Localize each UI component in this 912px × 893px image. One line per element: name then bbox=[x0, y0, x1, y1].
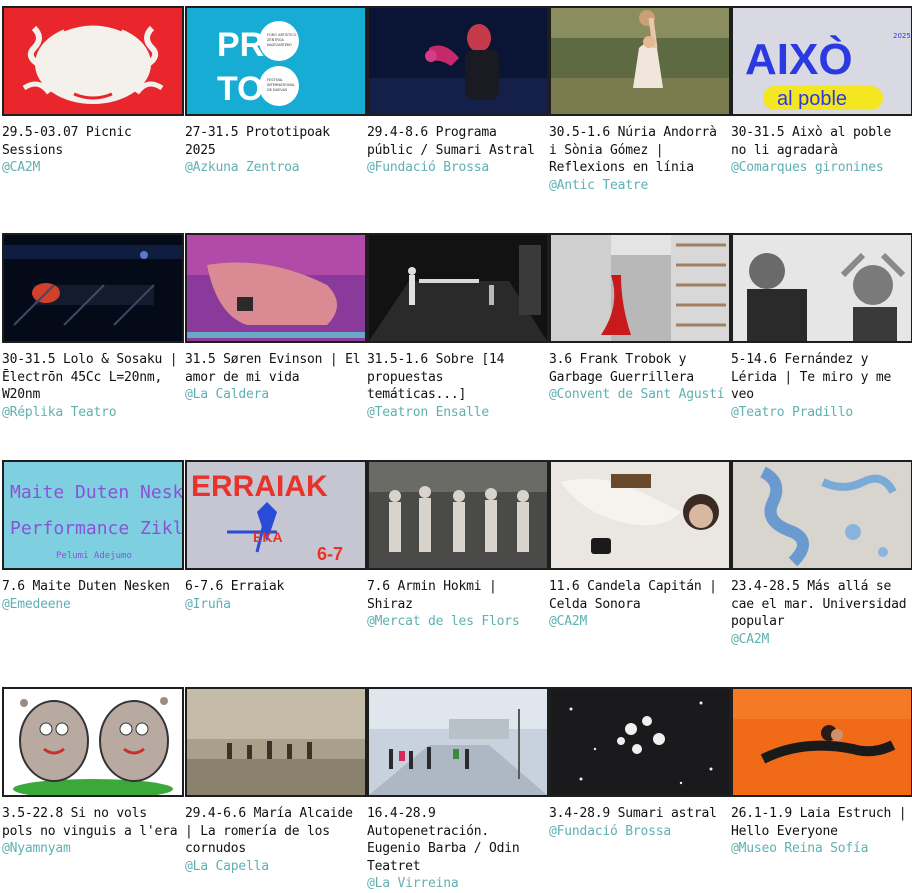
venue-link[interactable]: @Fundació Brossa bbox=[367, 159, 547, 177]
svg-text:FESTIVAL: FESTIVAL bbox=[267, 78, 283, 82]
cartoon-illustration bbox=[4, 689, 182, 795]
venue-link[interactable]: @Antic Teatre bbox=[549, 177, 729, 195]
event-title[interactable]: 3.4-28.9 Sumari astral bbox=[549, 805, 729, 823]
stage-machine-photo bbox=[4, 235, 182, 341]
event-title[interactable]: 31.5-1.6 Sobre [14 propuestas temáticas.… bbox=[367, 351, 547, 404]
event-title[interactable]: 16.4-28.9 Autopenetración. Eugenio Barba… bbox=[367, 805, 547, 875]
event-title[interactable]: 6-7.6 Erraiak bbox=[185, 578, 365, 596]
svg-text:2025: 2025 bbox=[893, 32, 911, 40]
bw-faces-photo bbox=[733, 235, 911, 341]
event-thumbnail[interactable] bbox=[731, 687, 912, 797]
venue-link[interactable]: @Comarques gironines bbox=[731, 159, 911, 177]
event-thumbnail[interactable] bbox=[549, 233, 731, 343]
maite-poster: Maite Duten Nesken Performance Zikloa Pe… bbox=[4, 462, 182, 568]
svg-text:FORO ARTISTICO: FORO ARTISTICO bbox=[267, 33, 297, 37]
event-thumbnail[interactable] bbox=[731, 233, 912, 343]
event-title[interactable]: 7.6 Armin Hokmi | Shiraz bbox=[367, 578, 547, 613]
street-photo bbox=[369, 689, 547, 795]
event-title[interactable]: 31.5 Søren Evinson | El amor de mi vida bbox=[185, 351, 365, 386]
event-title[interactable]: 30-31.5 Lolo & Sosaku | Ēlectrōn 45Cc L=… bbox=[2, 351, 182, 404]
venue-link[interactable]: @Emedeene bbox=[2, 596, 182, 614]
event-title[interactable]: 30.5-1.6 Núria Andorrà i Sònia Gómez | R… bbox=[549, 124, 729, 177]
poster-text: Maite Duten Nesken bbox=[10, 482, 182, 503]
venue-link[interactable]: @CA2M bbox=[2, 159, 182, 177]
venue-link[interactable]: @Mercat de les Flors bbox=[367, 613, 547, 631]
event-thumbnail[interactable] bbox=[731, 460, 912, 570]
venue-link[interactable]: @La Capella bbox=[185, 858, 365, 876]
venue-link[interactable]: @Teatro Pradillo bbox=[731, 404, 911, 422]
event-thumbnail[interactable] bbox=[185, 233, 367, 343]
event-thumbnail[interactable]: Maite Duten Nesken Performance Zikloa Pe… bbox=[2, 460, 184, 570]
event-title[interactable]: 29.4-6.6 María Alcaide | La romería de l… bbox=[185, 805, 365, 858]
poster-text: al poble bbox=[777, 88, 847, 110]
event-title[interactable]: 29.4-8.6 Programa públic / Sumari Astral bbox=[367, 124, 547, 159]
event-thumbnail[interactable] bbox=[2, 6, 184, 116]
event-thumbnail[interactable] bbox=[549, 6, 731, 116]
event-title[interactable]: 7.6 Maite Duten Nesken bbox=[2, 578, 182, 596]
aixo-poster: AIXÒ al poble 2025 bbox=[733, 8, 911, 114]
event-thumbnail[interactable] bbox=[549, 687, 731, 797]
procession-photo bbox=[187, 689, 365, 795]
event-title[interactable]: 3.5-22.8 Si no vols pols no vinguis a l'… bbox=[2, 805, 182, 840]
event-title[interactable]: 30-31.5 Això al poble no li agradarà bbox=[731, 124, 911, 159]
poster-text: TO bbox=[217, 70, 264, 108]
event-thumbnail[interactable] bbox=[185, 687, 367, 797]
event-title[interactable]: 11.6 Candela Capitán | Celda Sonora bbox=[549, 578, 729, 613]
svg-text:DE NUEVAS: DE NUEVAS bbox=[267, 88, 288, 92]
venue-link[interactable]: @CA2M bbox=[731, 631, 911, 649]
ornament-illustration bbox=[4, 8, 182, 114]
svg-text:NAZIOARTEKO: NAZIOARTEKO bbox=[267, 43, 292, 47]
performer-photo bbox=[369, 8, 547, 114]
event-title[interactable]: 3.6 Frank Trobok y Garbage Guerrillera bbox=[549, 351, 729, 386]
poster-text: ERRAIAK bbox=[191, 470, 328, 503]
event-thumbnail[interactable]: PRO TO FORO ARTISTICO ZENTROA NAZIOARTEK… bbox=[185, 6, 367, 116]
orange-floor-photo bbox=[733, 689, 911, 795]
dancer-photo bbox=[551, 8, 729, 114]
event-thumbnail[interactable]: AIXÒ al poble 2025 bbox=[731, 6, 912, 116]
event-thumbnail[interactable] bbox=[367, 460, 549, 570]
event-title[interactable]: 29.5-03.07 Picnic Sessions bbox=[2, 124, 182, 159]
event-thumbnail[interactable] bbox=[549, 460, 731, 570]
erraiak-poster: ERRAIAK EKA 6-7 bbox=[187, 462, 365, 568]
venue-link[interactable]: @Convent de Sant Agustí bbox=[549, 386, 729, 404]
pink-body-photo bbox=[187, 235, 365, 341]
event-thumbnail[interactable] bbox=[2, 233, 184, 343]
venue-link[interactable]: @CA2M bbox=[549, 613, 729, 631]
poster-text: Performance Zikloa bbox=[10, 518, 182, 539]
venue-link[interactable]: @La Caldera bbox=[185, 386, 365, 404]
event-thumbnail[interactable] bbox=[367, 687, 549, 797]
star-cluster-photo bbox=[551, 689, 729, 795]
svg-text:EKA: EKA bbox=[253, 529, 283, 545]
venue-link[interactable]: @Teatron Ensalle bbox=[367, 404, 547, 422]
poster-text: AIXÒ bbox=[745, 34, 853, 84]
collage-photo bbox=[551, 235, 729, 341]
dark-stage-photo bbox=[369, 235, 547, 341]
event-thumbnail[interactable]: ERRAIAK EKA 6-7 bbox=[185, 460, 367, 570]
peeling-wall-photo bbox=[733, 462, 911, 568]
svg-text:ZENTROA: ZENTROA bbox=[267, 38, 284, 42]
floor-performer-photo bbox=[551, 462, 729, 568]
venue-link[interactable]: @Iruña bbox=[185, 596, 365, 614]
venue-link[interactable]: @La Virreina bbox=[367, 875, 547, 893]
event-thumbnail[interactable] bbox=[2, 687, 184, 797]
event-title[interactable]: 26.1-1.9 Laia Estruch | Hello Everyone bbox=[731, 805, 911, 840]
venue-link[interactable]: @Azkuna Zentroa bbox=[185, 159, 365, 177]
venue-link[interactable]: @Nyamnyam bbox=[2, 840, 182, 858]
event-title[interactable]: 5-14.6 Fernández y Lérida | Te miro y me… bbox=[731, 351, 911, 404]
svg-text:INTERNATIONAL: INTERNATIONAL bbox=[267, 83, 295, 87]
event-thumbnail[interactable] bbox=[367, 6, 549, 116]
event-title[interactable]: 23.4-28.5 Más allá se cae el mar. Univer… bbox=[731, 578, 911, 631]
venue-link[interactable]: @Fundació Brossa bbox=[549, 823, 729, 841]
poster-text: Pelumi Adejumo bbox=[56, 551, 132, 561]
dancers-photo bbox=[369, 462, 547, 568]
venue-link[interactable]: @Réplika Teatro bbox=[2, 404, 182, 422]
proto-poster: PRO TO FORO ARTISTICO ZENTROA NAZIOARTEK… bbox=[187, 8, 365, 114]
venue-link[interactable]: @Museo Reina Sofía bbox=[731, 840, 911, 858]
svg-text:6-7: 6-7 bbox=[317, 544, 343, 564]
event-thumbnail[interactable] bbox=[367, 233, 549, 343]
event-title[interactable]: 27-31.5 Prototipoak 2025 bbox=[185, 124, 365, 159]
